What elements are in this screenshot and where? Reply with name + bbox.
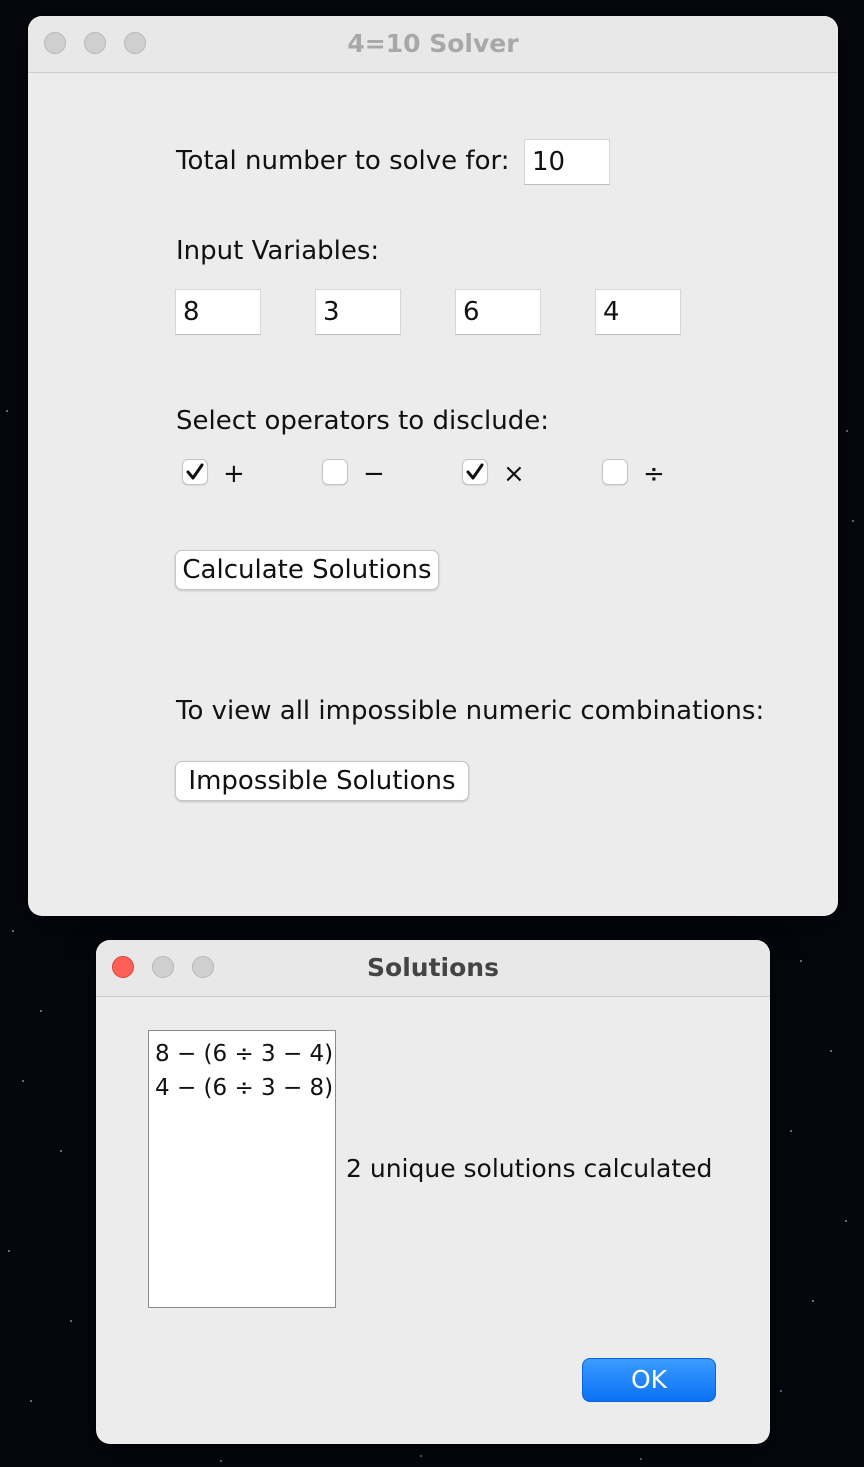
operator-checkbox-divide[interactable] bbox=[602, 459, 628, 485]
impossible-prompt: To view all impossible numeric combinati… bbox=[176, 696, 765, 726]
operators-label: Select operators to disclude: bbox=[176, 406, 550, 436]
operator-label-minus: − bbox=[363, 459, 385, 489]
solver-titlebar[interactable]: 4=10 Solver bbox=[28, 16, 838, 73]
operator-label-divide: ÷ bbox=[643, 459, 665, 489]
solutions-titlebar[interactable]: Solutions bbox=[96, 940, 770, 997]
target-label: Total number to solve for: bbox=[176, 146, 510, 176]
variable-field-2[interactable]: 3 bbox=[315, 289, 401, 335]
operator-label-multiply: × bbox=[503, 459, 525, 489]
solutions-summary: 2 unique solutions calculated bbox=[346, 1154, 713, 1183]
variable-field-1[interactable]: 8 bbox=[175, 289, 261, 335]
solutions-list[interactable]: 8 − (6 ÷ 3 − 4) 4 − (6 ÷ 3 − 8) bbox=[148, 1030, 336, 1308]
variable-field-3[interactable]: 6 bbox=[455, 289, 541, 335]
operator-checkbox-plus[interactable] bbox=[182, 459, 208, 485]
operator-label-plus: + bbox=[223, 459, 245, 489]
list-item[interactable]: 8 − (6 ÷ 3 − 4) bbox=[155, 1037, 335, 1071]
window-title: 4=10 Solver bbox=[347, 29, 519, 58]
calculate-solutions-button[interactable]: Calculate Solutions bbox=[175, 550, 439, 590]
operator-checkbox-minus[interactable] bbox=[322, 459, 348, 485]
checkmark-icon bbox=[466, 463, 484, 480]
solutions-dialog: Solutions 8 − (6 ÷ 3 − 4) 4 − (6 ÷ 3 − 8… bbox=[96, 940, 770, 1444]
variable-field-4[interactable]: 4 bbox=[595, 289, 681, 335]
target-number-field[interactable]: 10 bbox=[524, 139, 610, 185]
checkmark-icon bbox=[186, 463, 204, 480]
list-item[interactable]: 4 − (6 ÷ 3 − 8) bbox=[155, 1071, 335, 1105]
dialog-title: Solutions bbox=[367, 953, 499, 982]
solver-window: 4=10 Solver Total number to solve for: 1… bbox=[28, 16, 838, 916]
variables-label: Input Variables: bbox=[176, 236, 380, 266]
impossible-solutions-button[interactable]: Impossible Solutions bbox=[175, 761, 469, 801]
operator-checkbox-multiply[interactable] bbox=[462, 459, 488, 485]
ok-button[interactable]: OK bbox=[582, 1358, 716, 1402]
